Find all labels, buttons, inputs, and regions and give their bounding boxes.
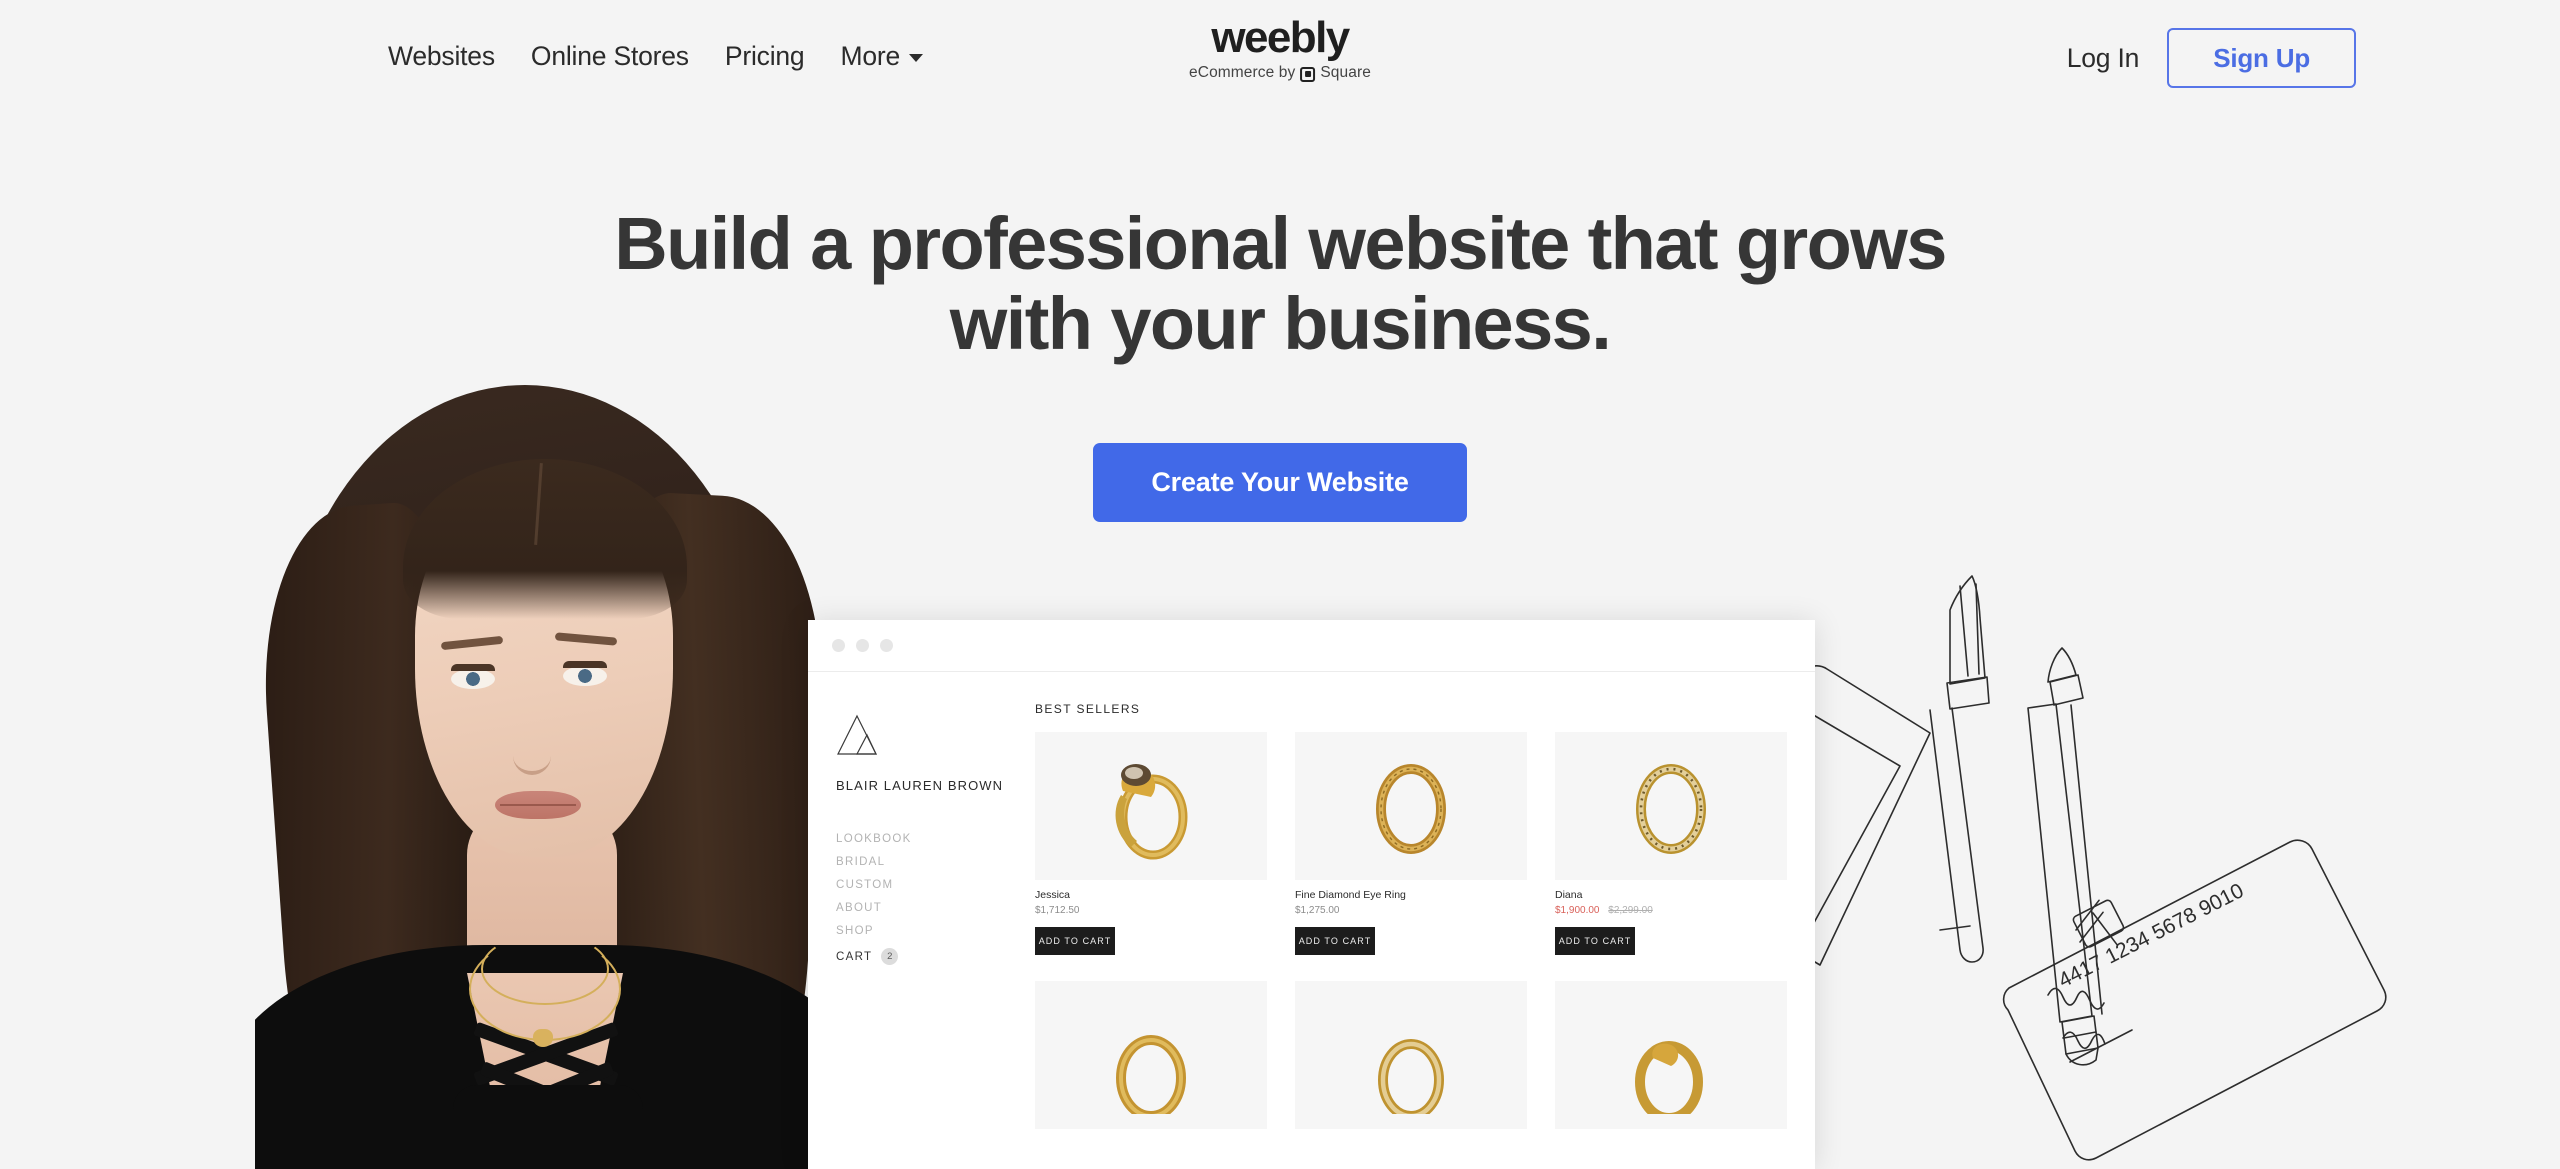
store-sidebar: BLAIR LAUREN BROWN LOOKBOOK BRIDAL CUSTO… [808, 672, 1013, 1169]
credit-card-outline: 4417 1234 5678 9010 [2002, 839, 2387, 1161]
product-price: $1,712.50 [1035, 905, 1080, 916]
product-sale-price: $1,900.00 [1555, 905, 1600, 916]
best-sellers-heading: BEST SELLERS [1035, 702, 1141, 716]
card-number-text: 4417 1234 5678 9010 [2055, 879, 2248, 992]
logo-wordmark: weebly [1211, 13, 1350, 62]
logo-tagline-pre: eCommerce by [1189, 64, 1296, 81]
primary-nav: Websites Online Stores Pricing More [388, 40, 924, 72]
product-card[interactable] [1035, 981, 1267, 1129]
nav-item-more[interactable]: More [840, 40, 924, 72]
desk-items-illustration: 4417 1234 5678 9010 [1684, 570, 2480, 1169]
product-card[interactable] [1555, 981, 1787, 1129]
add-to-cart-button[interactable]: ADD TO CART [1295, 927, 1375, 955]
store-preview-window: BLAIR LAUREN BROWN LOOKBOOK BRIDAL CUSTO… [808, 620, 1815, 1169]
product-image [1295, 981, 1527, 1129]
product-image [1035, 981, 1267, 1129]
pen-outline [1929, 575, 1990, 963]
hero-title-line-2: with your business. [949, 282, 1612, 365]
landing-page: Websites Online Stores Pricing More weeb… [0, 0, 2560, 1169]
product-grid-row-2 [1035, 981, 1787, 1129]
store-nav-item-custom[interactable]: CUSTOM [836, 879, 1013, 891]
window-dot-icon [880, 639, 893, 652]
gold-ring-solitaire-icon [1115, 764, 1188, 860]
store-nav-item-lookbook[interactable]: LOOKBOOK [836, 833, 1013, 845]
add-to-cart-button[interactable]: ADD TO CART [1035, 927, 1115, 955]
store-nav-item-cart[interactable]: CART 2 [836, 948, 1013, 965]
product-image [1555, 732, 1787, 880]
gold-ring-partial-icon [1635, 1041, 1703, 1114]
product-name: Diana [1555, 889, 1583, 901]
chevron-down-icon [909, 54, 924, 62]
nav-item-online-stores[interactable]: Online Stores [531, 40, 689, 72]
gold-band-ring-icon [1376, 764, 1446, 854]
hero-title-line-1: Build a professional website that grows [614, 202, 1947, 285]
store-main: BEST SELLERS Jessica $1,712.50 ADD TO CA… [1013, 672, 1815, 1169]
logo-tagline: eCommerce by Square [1189, 64, 1371, 82]
cart-count-badge: 2 [881, 948, 899, 965]
product-price: $1,900.00 $2,299.00 [1555, 905, 1787, 916]
store-body: BLAIR LAUREN BROWN LOOKBOOK BRIDAL CUSTO… [808, 672, 1815, 1169]
store-nav: LOOKBOOK BRIDAL CUSTOM ABOUT SHOP CART 2 [836, 833, 1013, 965]
site-header: Websites Online Stores Pricing More weeb… [0, 0, 2560, 118]
gold-eternity-ring-icon [1636, 764, 1706, 854]
store-nav-item-shop[interactable]: SHOP [836, 925, 1013, 937]
gold-ring-partial-icon [1378, 1039, 1444, 1114]
login-link[interactable]: Log In [2067, 43, 2140, 74]
product-image [1295, 732, 1527, 880]
product-grid-row-1: Jessica $1,712.50 ADD TO CART Fine Diamo… [1035, 732, 1787, 955]
product-card[interactable] [1295, 981, 1527, 1129]
product-image [1555, 981, 1787, 1129]
nav-item-more-label: More [840, 41, 901, 71]
hero-title: Build a professional website that grows … [0, 204, 2560, 364]
store-name: BLAIR LAUREN BROWN [836, 778, 1004, 793]
product-name: Fine Diamond Eye Ring [1295, 889, 1406, 901]
store-nav-item-about[interactable]: ABOUT [836, 902, 1013, 914]
product-price: $1,275.00 [1295, 905, 1340, 916]
product-card[interactable]: Fine Diamond Eye Ring $1,275.00 ADD TO C… [1295, 732, 1527, 955]
weebly-logo[interactable]: weebly eCommerce by Square [1189, 16, 1371, 82]
triangle-logo-icon [837, 714, 877, 755]
product-name: Jessica [1035, 889, 1071, 901]
cart-label: CART [836, 950, 873, 963]
store-nav-item-bridal[interactable]: BRIDAL [836, 856, 1013, 868]
nav-item-websites[interactable]: Websites [388, 40, 495, 72]
product-original-price: $2,299.00 [1608, 905, 1653, 916]
create-your-website-button[interactable]: Create Your Website [1093, 443, 1467, 522]
gold-ring-partial-icon [1116, 1035, 1186, 1114]
square-logo-icon [1300, 66, 1316, 82]
nav-item-pricing[interactable]: Pricing [725, 40, 805, 72]
auth-actions: Log In Sign Up [2067, 28, 2356, 88]
portrait-photo [255, 385, 815, 1169]
product-card[interactable]: Diana $1,900.00 $2,299.00 ADD TO CART [1555, 732, 1787, 955]
window-dot-icon [856, 639, 869, 652]
logo-tagline-post: Square [1320, 64, 1371, 81]
browser-chrome [808, 620, 1815, 672]
add-to-cart-button[interactable]: ADD TO CART [1555, 927, 1635, 955]
signup-button[interactable]: Sign Up [2167, 28, 2356, 88]
window-dot-icon [832, 639, 845, 652]
product-card[interactable]: Jessica $1,712.50 ADD TO CART [1035, 732, 1267, 955]
product-image [1035, 732, 1267, 880]
